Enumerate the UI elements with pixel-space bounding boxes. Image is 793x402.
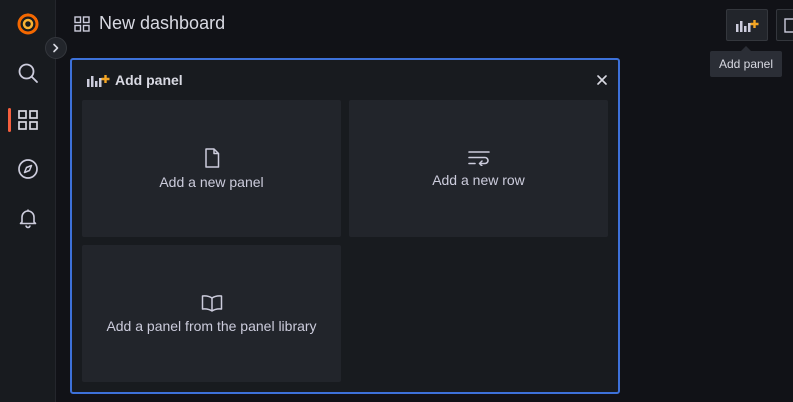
panel-title: Add panel bbox=[115, 72, 183, 88]
add-new-panel-option[interactable]: Add a new panel bbox=[82, 100, 341, 237]
close-icon bbox=[597, 75, 607, 85]
dashboard-title: New dashboard bbox=[74, 13, 225, 34]
chevron-right-icon bbox=[53, 43, 59, 53]
option-label: Add a new panel bbox=[159, 173, 264, 190]
panel-header: Add panel bbox=[86, 72, 183, 88]
dashboard-settings-button[interactable] bbox=[776, 9, 793, 41]
add-panel-icon bbox=[87, 75, 110, 87]
grafana-logo-icon[interactable] bbox=[16, 12, 40, 36]
page-title[interactable]: New dashboard bbox=[99, 13, 225, 34]
add-panel-button[interactable] bbox=[726, 9, 768, 41]
add-panel-icon bbox=[736, 20, 759, 32]
sidebar-expand-button[interactable] bbox=[45, 37, 67, 59]
book-open-icon bbox=[201, 294, 222, 312]
add-panel-from-library-option[interactable]: Add a panel from the panel library bbox=[82, 245, 341, 382]
wrap-text-icon bbox=[467, 150, 490, 166]
sidebar bbox=[0, 0, 56, 402]
search-icon[interactable] bbox=[16, 61, 40, 85]
option-label: Add a panel from the panel library bbox=[106, 317, 317, 334]
add-panel-tooltip: Add panel bbox=[710, 46, 782, 77]
add-new-row-option[interactable]: Add a new row bbox=[349, 100, 608, 237]
close-button[interactable] bbox=[595, 73, 609, 87]
explore-compass-icon[interactable] bbox=[16, 157, 40, 181]
alerting-bell-icon[interactable] bbox=[16, 206, 40, 230]
active-indicator bbox=[8, 108, 11, 132]
cut-off-toolbar-icon bbox=[784, 18, 793, 33]
option-label: Add a new row bbox=[432, 171, 525, 188]
add-panel-dialog: Add panel Add a new panel Add a new row … bbox=[70, 58, 620, 394]
file-icon bbox=[204, 147, 219, 168]
dashboards-icon[interactable] bbox=[16, 108, 40, 132]
dashboards-icon bbox=[74, 15, 90, 32]
